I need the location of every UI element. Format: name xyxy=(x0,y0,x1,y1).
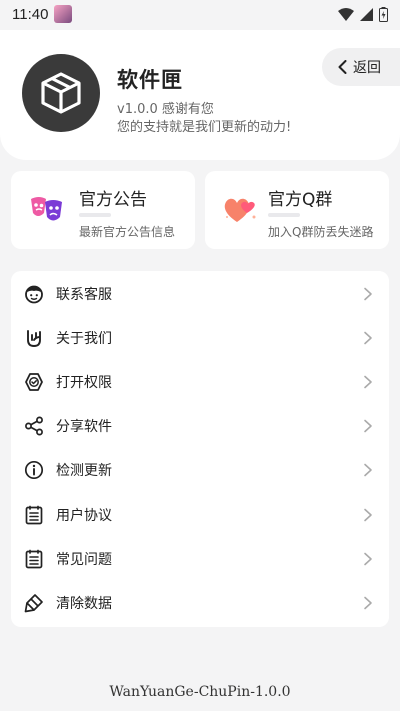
menu-item-about-us[interactable]: 关于我们 xyxy=(11,316,389,360)
announcement-subtitle: 最新官方公告信息 xyxy=(79,225,176,239)
menu-item-check-update[interactable]: 检测更新 xyxy=(11,448,389,492)
wifi-icon xyxy=(338,7,354,21)
announcement-divider xyxy=(79,213,111,217)
chevron-right-icon xyxy=(364,331,372,345)
chevron-right-icon xyxy=(364,375,372,389)
app-header-card: 软件匣 v1.0.0 感谢有您 您的支持就是我们更新的动力! 返回 xyxy=(0,30,400,160)
menu-item-label: 常见问题 xyxy=(56,552,112,568)
chevron-right-icon xyxy=(364,463,372,477)
status-icons xyxy=(338,6,388,22)
menu-item-clear-data[interactable]: 清除数据 xyxy=(11,581,389,625)
menu-item-label: 打开权限 xyxy=(56,375,112,391)
status-time: 11:40 xyxy=(12,5,49,23)
theater-masks-icon xyxy=(31,197,62,221)
qq-group-card[interactable]: 官方Q群 加入Q群防丢失迷路 xyxy=(205,171,389,249)
chevron-right-icon xyxy=(364,596,372,610)
shield-check-icon xyxy=(23,371,45,393)
announcement-title: 官方公告 xyxy=(79,190,147,210)
back-button[interactable]: 返回 xyxy=(322,48,400,86)
face-icon xyxy=(23,283,45,305)
app-name: 软件匣 xyxy=(117,68,183,92)
menu-item-faq[interactable]: 常见问题 xyxy=(11,537,389,581)
menu-item-share-app[interactable]: 分享软件 xyxy=(11,404,389,448)
menu-item-user-agreement[interactable]: 用户协议 xyxy=(11,493,389,537)
menu-item-label: 分享软件 xyxy=(56,419,112,435)
chevron-left-icon xyxy=(338,60,347,74)
menu-item-label: 关于我们 xyxy=(56,331,112,347)
menu-list: 联系客服 关于我们 打开权限 分享软件 检测更新 用户协议 常见问题 清除数据 xyxy=(11,271,389,627)
footer-version-text: WanYuanGe-ChuPin-1.0.0 xyxy=(109,684,291,700)
battery-icon xyxy=(379,6,388,22)
info-icon xyxy=(23,459,45,481)
menu-item-label: 检测更新 xyxy=(56,463,112,479)
menu-item-label: 用户协议 xyxy=(56,508,112,524)
document-icon xyxy=(23,548,45,570)
back-button-label: 返回 xyxy=(353,60,381,76)
qq-group-subtitle: 加入Q群防丢失迷路 xyxy=(268,225,374,239)
hearts-icon xyxy=(224,198,256,222)
notification-avatar-icon xyxy=(54,5,73,23)
chevron-right-icon xyxy=(364,508,372,522)
announcement-card[interactable]: 官方公告 最新官方公告信息 xyxy=(11,171,195,249)
menu-item-open-permissions[interactable]: 打开权限 xyxy=(11,360,389,404)
box-icon xyxy=(41,72,81,114)
chevron-right-icon xyxy=(364,287,372,301)
menu-item-contact-support[interactable]: 联系客服 xyxy=(11,272,389,316)
app-slogan: 您的支持就是我们更新的动力! xyxy=(117,120,292,135)
status-bar: 11:40 xyxy=(0,0,400,28)
signal-icon xyxy=(360,7,373,21)
menu-item-label: 联系客服 xyxy=(56,287,112,303)
menu-item-label: 清除数据 xyxy=(56,596,112,612)
chevron-right-icon xyxy=(364,552,372,566)
chevron-right-icon xyxy=(364,419,372,433)
share-icon xyxy=(23,415,45,437)
app-version: v1.0.0 感谢有您 xyxy=(117,102,214,117)
document-icon xyxy=(23,504,45,526)
app-logo xyxy=(22,54,100,132)
eraser-icon xyxy=(23,592,45,614)
qq-group-title: 官方Q群 xyxy=(268,190,333,210)
qq-group-divider xyxy=(268,213,300,217)
hand-icon xyxy=(23,327,45,349)
